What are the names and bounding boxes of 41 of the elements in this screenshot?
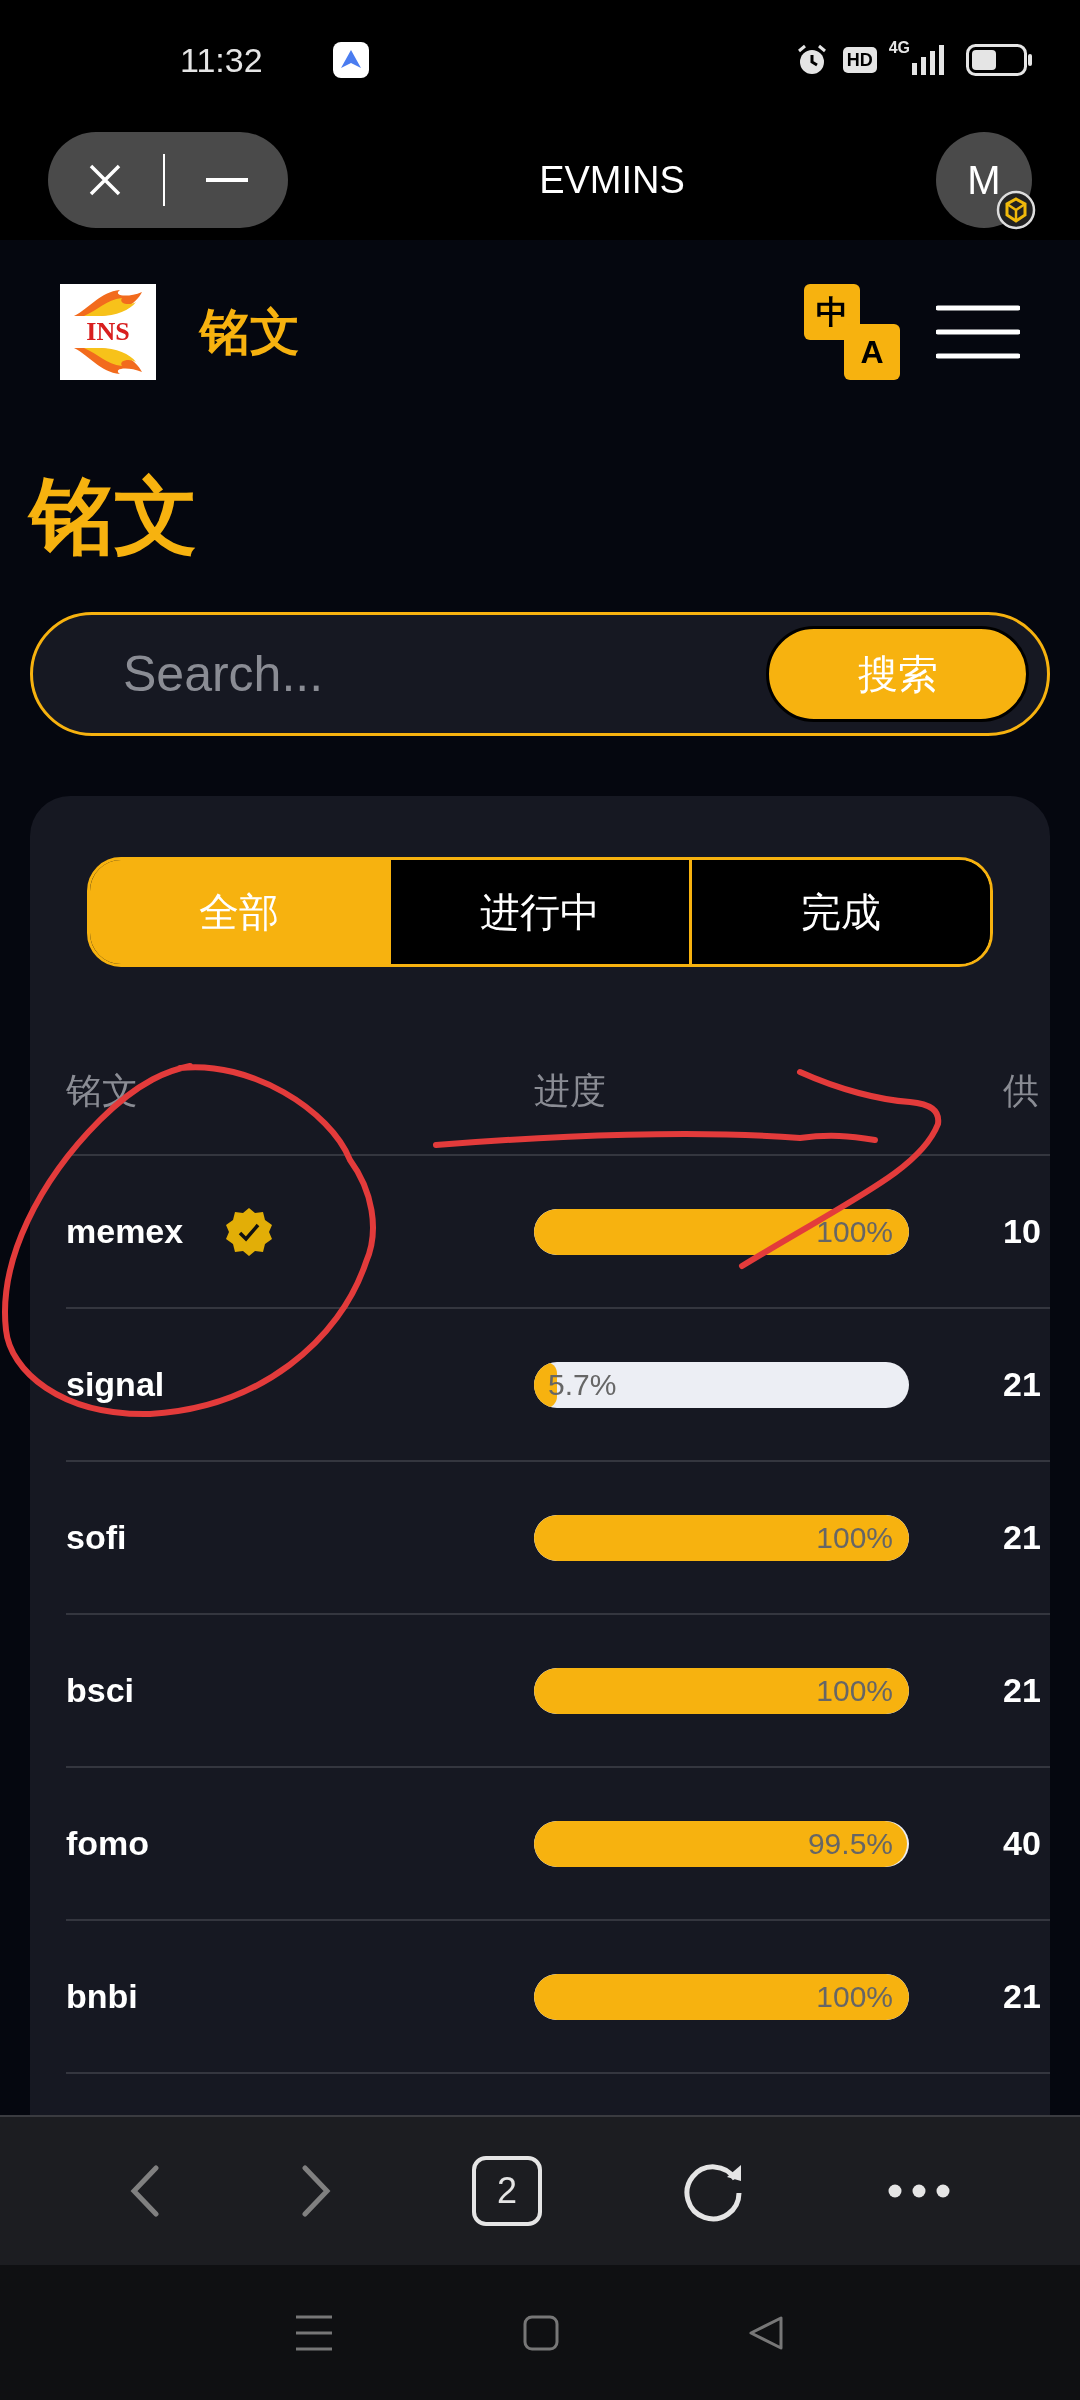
translate-icon[interactable]: 中 A [804, 284, 900, 380]
signal-icon [912, 45, 944, 75]
translate-from-glyph: 中 [804, 284, 860, 340]
hd-badge: HD [842, 47, 877, 73]
back-nav-icon[interactable] [749, 2314, 785, 2351]
inscription-name: bnbi [66, 1976, 138, 2017]
inscription-name: bsci [66, 1670, 135, 1711]
cube-badge-icon [996, 190, 1036, 230]
page-title: EVMINS [538, 157, 686, 203]
inscription-name: fomo [66, 1823, 150, 1864]
supply-value: 21 [1003, 1517, 1041, 1558]
home-icon[interactable] [523, 2314, 559, 2351]
supply-value: 21 [1003, 1670, 1041, 1711]
battery-icon [966, 44, 1032, 76]
supply-value: 40 [1003, 1823, 1041, 1864]
inscription-name: memex [66, 1211, 184, 1252]
tab-count-button[interactable]: 2 [472, 2156, 542, 2226]
progress-percent: 99.5% [807, 1825, 893, 1862]
network-type: 4G [888, 38, 910, 58]
supply-value: 21 [1003, 1364, 1041, 1405]
more-icon[interactable] [887, 2184, 950, 2198]
progress-percent: 100% [816, 1213, 893, 1250]
inscription-name: sofi [66, 1517, 127, 1558]
progress-percent: 100% [816, 1978, 893, 2015]
supply-value: 10 [1003, 1211, 1041, 1252]
logo-text: INS [86, 318, 130, 346]
progress-percent: 100% [816, 1672, 893, 1709]
site-title: 铭文 [200, 302, 300, 362]
app-notification-icon [332, 42, 369, 78]
inscription-name: signal [66, 1364, 165, 1405]
column-header: 供 [1003, 1069, 1039, 1113]
column-header: 进度 [534, 1069, 607, 1113]
forward-icon[interactable] [301, 2165, 332, 2217]
supply-value: 21 [1003, 1976, 1041, 2017]
progress-percent: 100% [816, 1519, 893, 1556]
clock-time: 11:32 [180, 39, 263, 81]
filter-tab[interactable]: 进行中 [388, 860, 689, 964]
filter-tab[interactable]: 完成 [689, 860, 990, 964]
translate-to-glyph: A [844, 324, 900, 380]
back-icon[interactable] [130, 2165, 161, 2217]
recents-icon[interactable] [295, 2314, 333, 2351]
